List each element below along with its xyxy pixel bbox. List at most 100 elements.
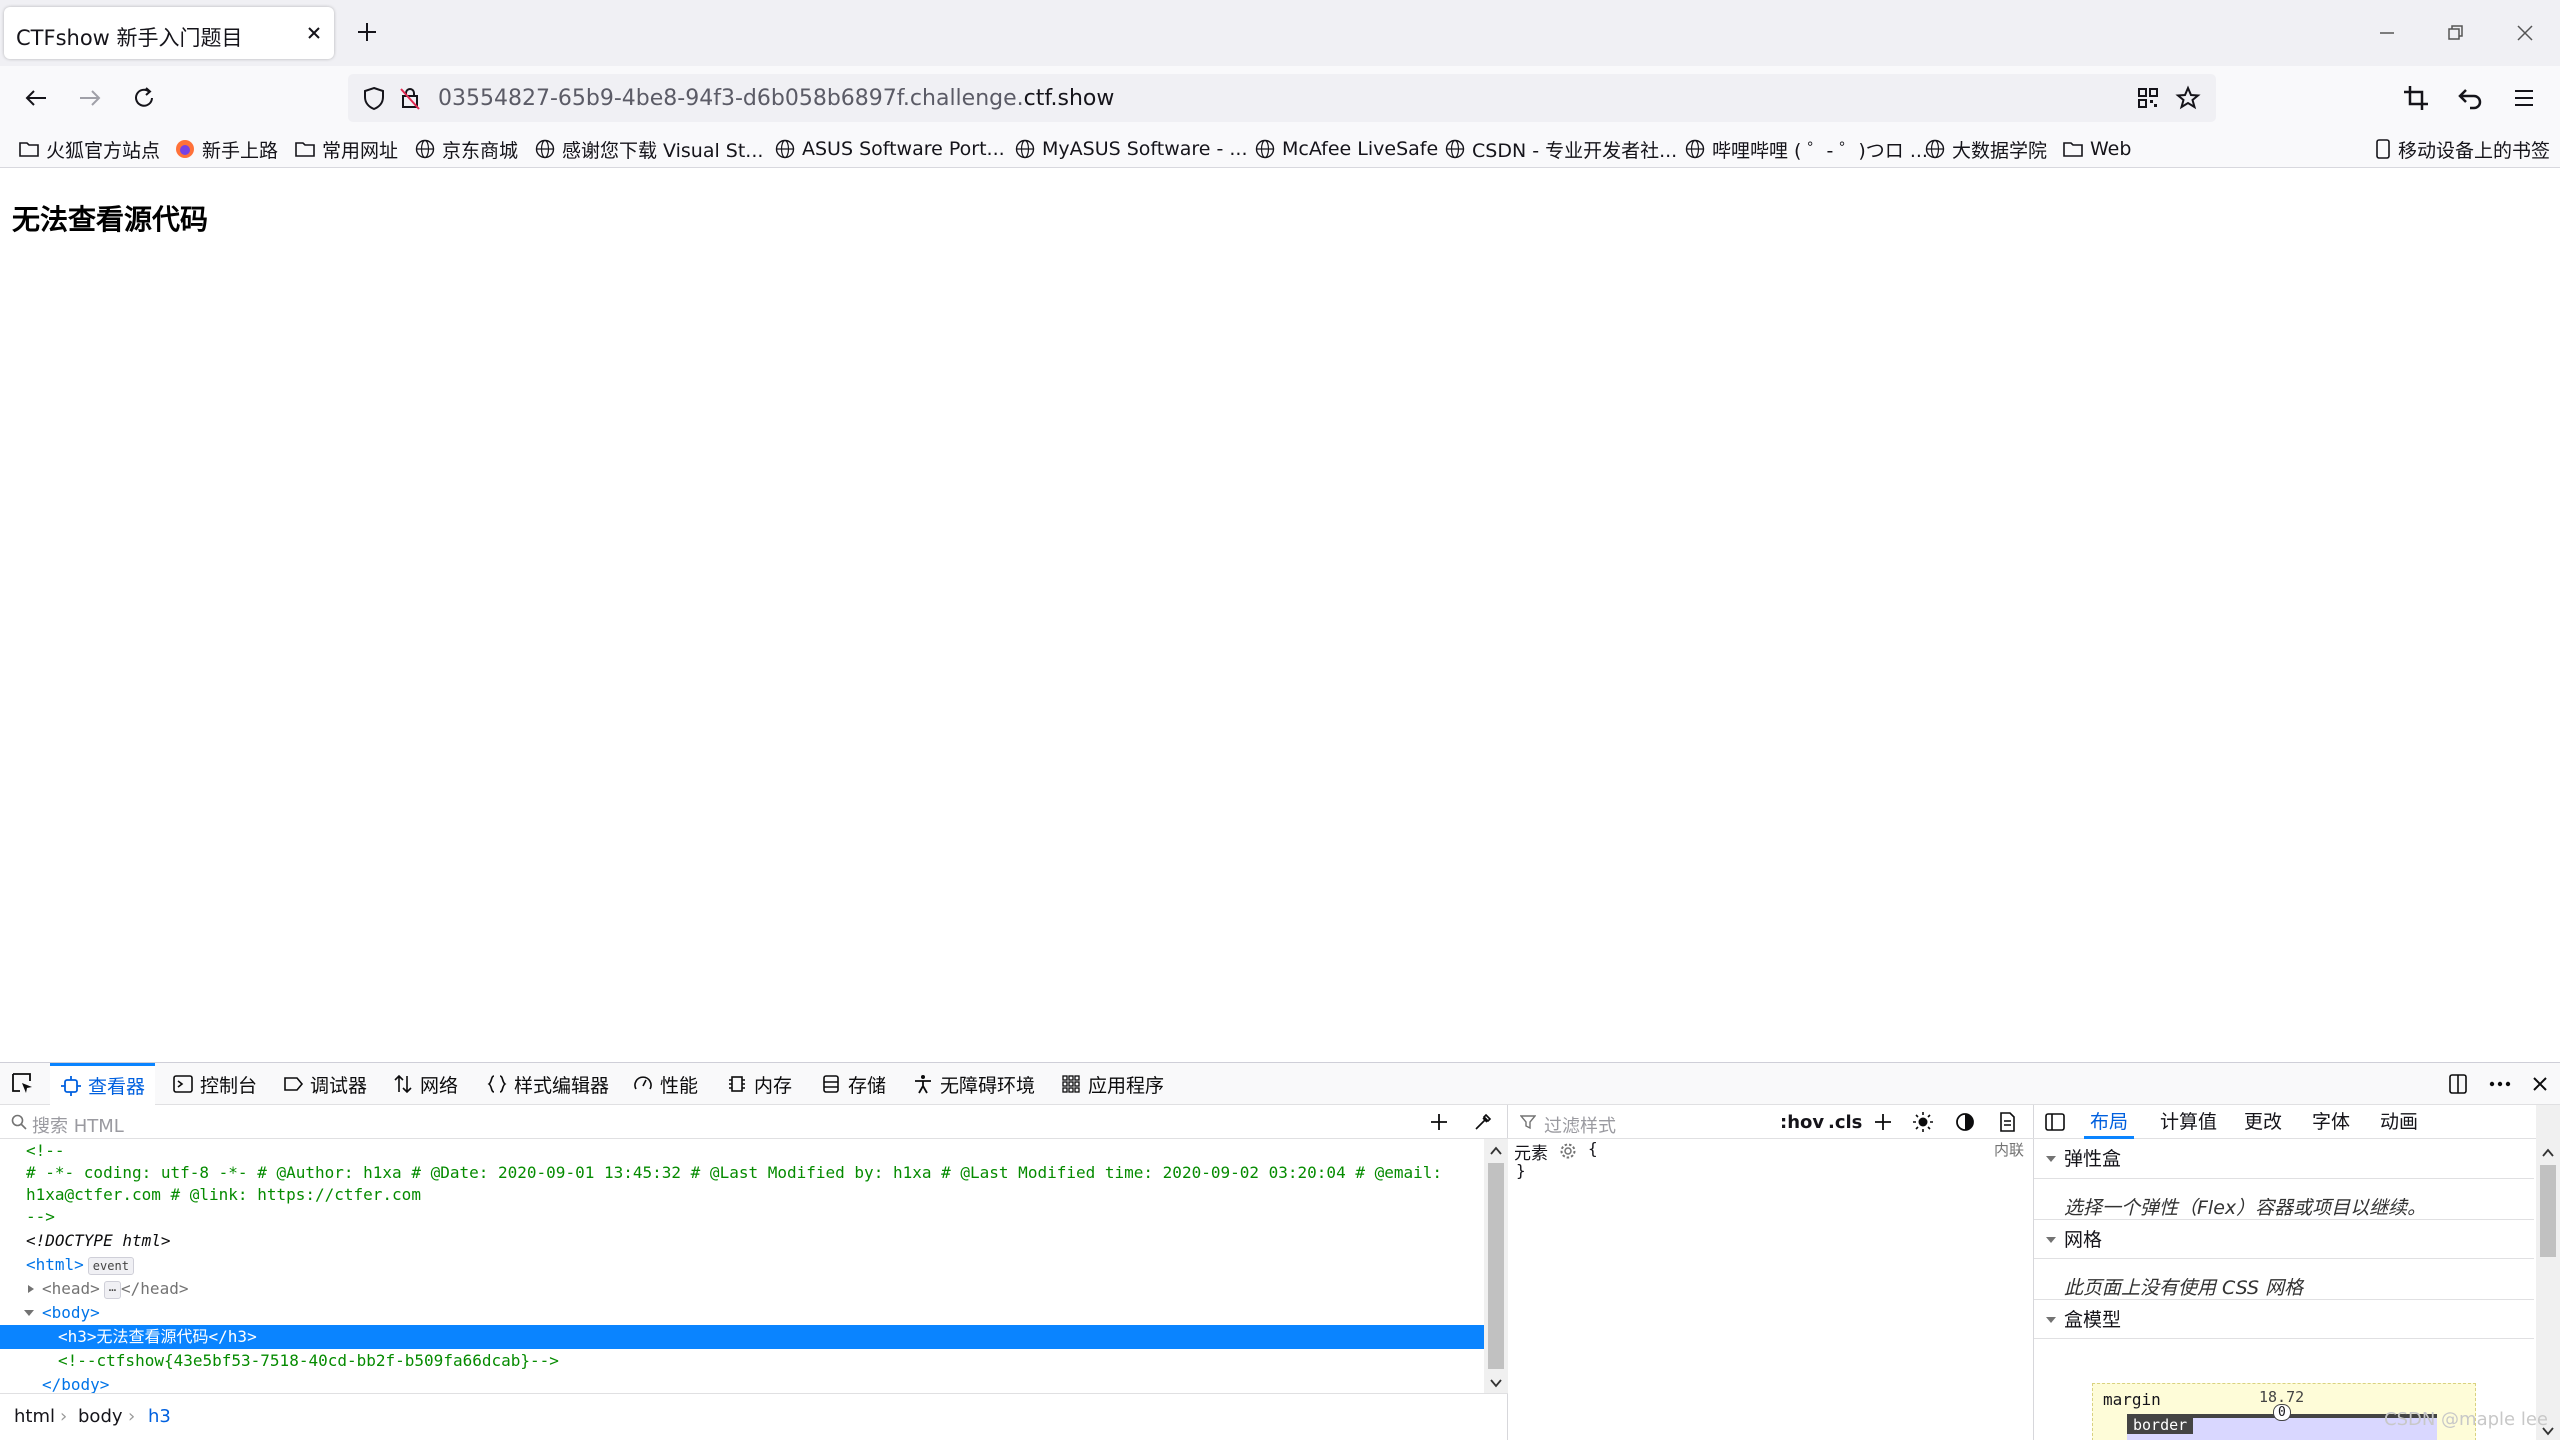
tab-label: 内存 <box>754 1074 793 1097</box>
html-search-bar[interactable]: 搜索 HTML <box>0 1105 1508 1139</box>
tab-application[interactable]: 应用程序 <box>1060 1063 1164 1105</box>
markup-line[interactable]: <html> event <box>0 1253 1484 1277</box>
new-tab-icon[interactable] <box>352 17 382 47</box>
tab-style-editor[interactable]: 样式编辑器 <box>486 1063 609 1105</box>
sidebar-toggle-icon[interactable] <box>2044 1111 2066 1137</box>
boxmodel-section-header[interactable]: 盒模型 <box>2034 1299 2534 1339</box>
search-icon <box>10 1113 28 1135</box>
globe-icon <box>1445 139 1465 159</box>
tab-computed[interactable]: 计算值 <box>2160 1105 2217 1139</box>
mobile-bookmarks[interactable]: 移动设备上的书签 <box>2374 134 2550 164</box>
dock-side-icon[interactable] <box>2446 1072 2470 1100</box>
apps-grid-icon <box>1062 1075 1080 1093</box>
bookmark-item[interactable]: McAfee LiveSafe <box>1254 134 1438 164</box>
grid-section-header[interactable]: 网格 <box>2034 1219 2534 1259</box>
url-text[interactable]: 03554827-65b9-4be8-94f3-d6b058b6897f.cha… <box>438 86 1114 111</box>
pick-element-icon[interactable] <box>10 1071 36 1101</box>
scroll-up-icon[interactable] <box>2540 1145 2556 1164</box>
markup-scrollbar[interactable] <box>1484 1139 1508 1393</box>
light-scheme-icon[interactable] <box>1912 1111 1934 1137</box>
tab-changes[interactable]: 更改 <box>2244 1105 2282 1139</box>
bookmark-label: McAfee LiveSafe <box>1282 138 1439 160</box>
folder-icon <box>2063 142 2083 157</box>
url-bar[interactable]: 03554827-65b9-4be8-94f3-d6b058b6897f.cha… <box>348 74 2216 122</box>
tab-inspector[interactable]: 查看器 <box>50 1063 156 1105</box>
markup-line[interactable]: h1xa@ctfer.com # @link: https://ctfer.co… <box>0 1183 1484 1207</box>
forward-icon[interactable] <box>72 80 108 116</box>
bookmark-item[interactable]: 常用网址 <box>294 134 398 164</box>
screenshot-crop-icon[interactable] <box>2398 80 2434 116</box>
markup-line[interactable]: <!--ctfshow{43e5bf53-7518-40cd-bb2f-b509… <box>0 1349 1484 1373</box>
markup-line[interactable]: --> <box>0 1205 1484 1229</box>
bookmark-item[interactable]: 哔哩哔哩 ( ゜- ゜)つロ ... <box>1684 134 1928 164</box>
bookmark-item[interactable]: Web <box>2062 134 2131 164</box>
tab-network[interactable]: 网络 <box>392 1063 458 1105</box>
scroll-down-icon[interactable] <box>1488 1375 1504 1394</box>
bookmark-item[interactable]: 感谢您下载 Visual St... <box>534 134 763 164</box>
tab-debugger[interactable]: 调试器 <box>282 1063 367 1105</box>
back-icon[interactable] <box>18 80 54 116</box>
close-devtools-icon[interactable] <box>2528 1072 2552 1100</box>
menu-icon[interactable] <box>2506 80 2542 116</box>
bookmark-item[interactable]: 新手上路 <box>174 134 278 164</box>
bookmark-label: Web <box>2090 138 2132 160</box>
print-media-icon[interactable] <box>1996 1111 2018 1137</box>
console-icon <box>173 1075 193 1093</box>
dark-scheme-icon[interactable] <box>1954 1111 1976 1137</box>
markup-line[interactable]: <!DOCTYPE html> <box>0 1229 1484 1253</box>
tab-fonts[interactable]: 字体 <box>2312 1105 2350 1139</box>
more-options-icon[interactable] <box>2486 1072 2514 1100</box>
bookmark-star-icon[interactable] <box>2174 84 2202 116</box>
shield-icon[interactable] <box>360 84 388 116</box>
undo-icon[interactable] <box>2452 80 2488 116</box>
close-window-icon[interactable] <box>2510 18 2540 48</box>
collapsed-ellipsis[interactable]: ⋯ <box>103 1280 122 1299</box>
scrollbar-thumb[interactable] <box>1488 1163 1504 1369</box>
markup-line[interactable]: <body> <box>0 1301 1484 1325</box>
bookmark-item[interactable]: 大数据学院 <box>1924 134 2047 164</box>
tab-performance[interactable]: 性能 <box>632 1063 698 1105</box>
tab-memory[interactable]: 内存 <box>726 1063 792 1105</box>
tab-console[interactable]: 控制台 <box>172 1063 257 1105</box>
layout-scrollbar[interactable] <box>2536 1105 2560 1440</box>
bookmark-item[interactable]: 火狐官方站点 <box>18 134 160 164</box>
restore-icon[interactable] <box>2440 18 2470 48</box>
filter-styles-input[interactable]: 过滤样式 <box>1544 1112 1616 1138</box>
bookmark-item[interactable]: ASUS Software Port... <box>774 134 1005 164</box>
close-tab-icon[interactable] <box>300 19 328 47</box>
tab-animations[interactable]: 动画 <box>2380 1105 2418 1139</box>
tab-layout[interactable]: 布局 <box>2084 1105 2135 1139</box>
add-node-icon[interactable] <box>1428 1111 1450 1137</box>
bookmark-item[interactable]: MyASUS Software - ... <box>1014 134 1248 164</box>
reload-icon[interactable] <box>126 80 162 116</box>
bookmark-item[interactable]: CSDN - 专业开发者社... <box>1444 134 1677 164</box>
cls-toggle[interactable]: .cls <box>1828 1112 1862 1133</box>
markup-line[interactable]: </body> <box>0 1373 1484 1393</box>
devtools-toolbar: 查看器 控制台 调试器 网络 样式编辑器 性能 内存 存储 无障碍环境 应用程序 <box>0 1063 2560 1105</box>
breadcrumb-item-active[interactable]: h3 <box>148 1406 171 1427</box>
scrollbar-thumb[interactable] <box>2540 1165 2556 1257</box>
breadcrumb-item[interactable]: body <box>78 1406 123 1427</box>
markup-line[interactable]: # -*- coding: utf-8 -*- # @Author: h1xa … <box>0 1161 1484 1185</box>
tab-accessibility[interactable]: 无障碍环境 <box>912 1063 1035 1105</box>
browser-tab[interactable]: CTFshow 新手入门题目 <box>4 7 334 59</box>
bookmarks-toolbar: 火狐官方站点 新手上路 常用网址 京东商城 感谢您下载 Visual St...… <box>0 130 2560 168</box>
qr-code-icon[interactable] <box>2134 84 2162 116</box>
markup-line[interactable]: <!-- <box>0 1139 1484 1163</box>
breadcrumb-item[interactable]: html <box>14 1406 55 1427</box>
add-rule-icon[interactable] <box>1872 1111 1894 1137</box>
markup-line-selected[interactable]: <h3>无法查看源代码</h3> <box>0 1325 1484 1349</box>
border-top-value[interactable]: 0 <box>2273 1404 2291 1421</box>
rules-toolbar: 过滤样式 :hov .cls <box>1508 1105 2034 1139</box>
markup-line[interactable]: <head> ⋯ </head> <box>0 1277 1484 1301</box>
flexbox-section-header[interactable]: 弹性盒 <box>2034 1139 2534 1179</box>
eyedropper-icon[interactable] <box>1472 1111 1494 1137</box>
scroll-up-icon[interactable] <box>1488 1143 1504 1162</box>
event-badge[interactable]: event <box>87 1256 134 1275</box>
tab-storage[interactable]: 存储 <box>820 1063 886 1105</box>
gear-icon[interactable] <box>1558 1141 1578 1165</box>
hov-toggle[interactable]: :hov <box>1780 1112 1824 1133</box>
bookmark-item[interactable]: 京东商城 <box>414 134 518 164</box>
insecure-lock-icon[interactable] <box>396 84 424 116</box>
minimize-icon[interactable] <box>2372 18 2402 48</box>
